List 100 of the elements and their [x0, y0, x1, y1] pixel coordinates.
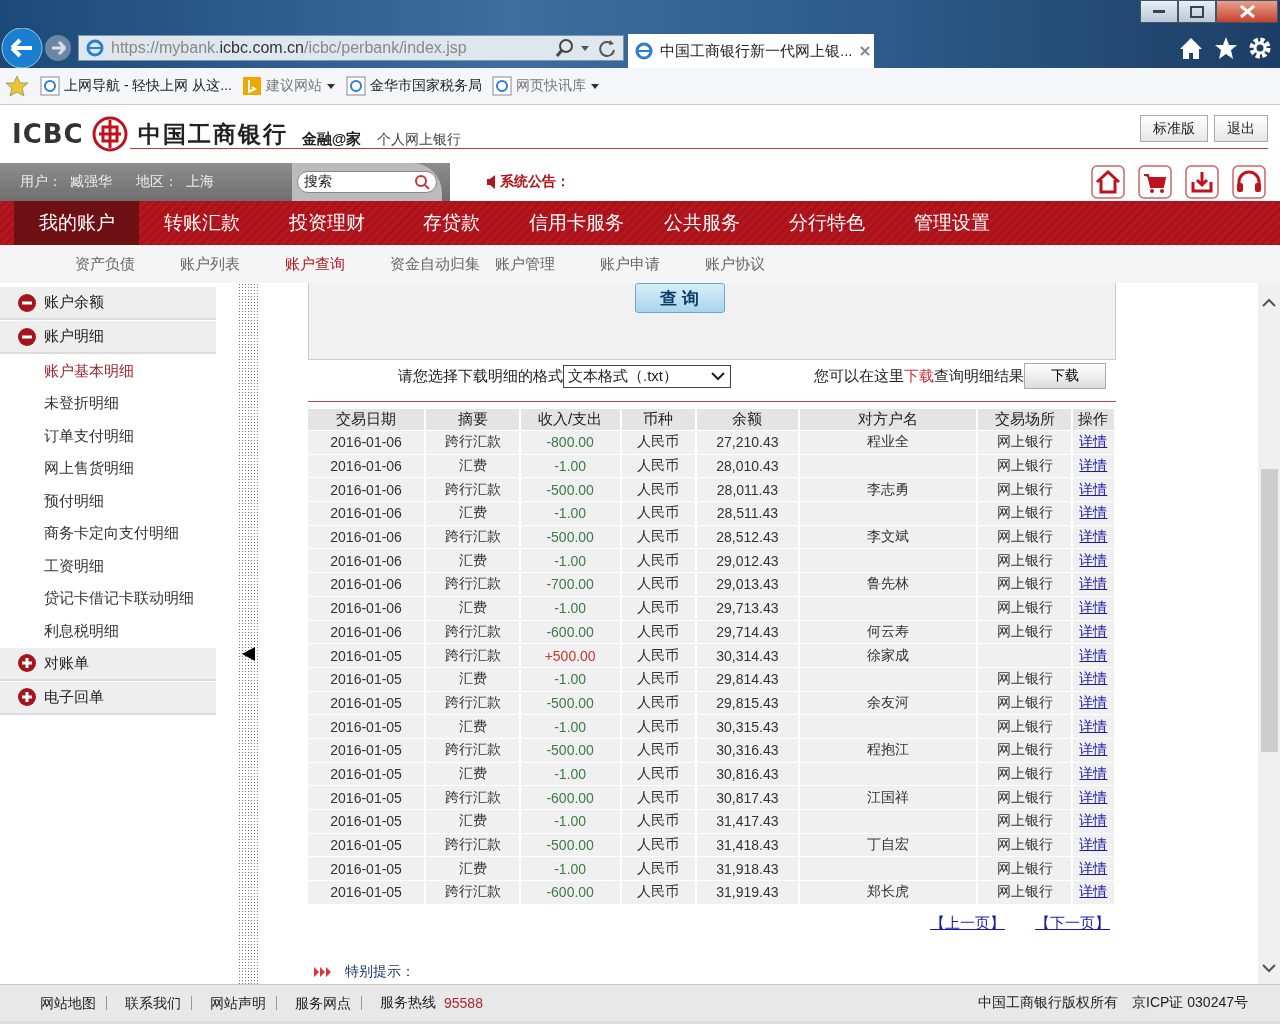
- subnav-link[interactable]: 资产负债: [75, 254, 180, 274]
- subnav-link[interactable]: 账户查询: [285, 254, 390, 274]
- menu-item[interactable]: 未登折明细: [0, 387, 216, 420]
- nav-tab[interactable]: 投资理财: [264, 201, 389, 245]
- table-cell: 29,714.43: [696, 620, 799, 644]
- scroll-up-icon[interactable]: [1261, 297, 1277, 309]
- table-cell: 跨行汇款: [426, 644, 519, 667]
- table-cell: 人民币: [621, 525, 695, 549]
- search-icon[interactable]: [555, 38, 573, 58]
- menu-item[interactable]: 网上售货明细: [0, 452, 216, 485]
- table-cell: 2016-01-05: [308, 762, 425, 786]
- nav-tab[interactable]: 我的账户: [14, 201, 139, 245]
- maximize-button[interactable]: [1178, 0, 1216, 23]
- collapse-arrow-icon[interactable]: [240, 645, 256, 662]
- headset-icon[interactable]: [1232, 165, 1266, 199]
- collapse-icon[interactable]: [18, 327, 36, 346]
- menu-group[interactable]: 账户明细: [0, 321, 216, 354]
- nav-tab[interactable]: 分行特色: [764, 201, 889, 245]
- format-dropdown[interactable]: 文本格式（.txt）: [563, 364, 731, 388]
- query-button[interactable]: 查 询: [634, 283, 725, 313]
- bank-name: 中国工商银行: [137, 119, 288, 149]
- expand-icon[interactable]: [18, 688, 36, 706]
- footer-link[interactable]: 网站地图: [40, 996, 107, 1010]
- address-bar[interactable]: https://mybank.icbc.com.cn/icbc/perbank/index.jsp: [78, 35, 624, 61]
- close-icon[interactable]: [858, 45, 871, 57]
- column-header: 交易场所: [978, 409, 1071, 430]
- search-field[interactable]: 搜索: [297, 171, 437, 193]
- settings-icon[interactable]: [1248, 36, 1272, 60]
- search-icon[interactable]: [414, 174, 430, 190]
- download-link[interactable]: 下载: [904, 366, 934, 384]
- notice-label: 系统公告：: [500, 173, 570, 191]
- table-cell: -1.00: [520, 596, 620, 620]
- header-button[interactable]: 退出: [1214, 115, 1268, 142]
- cart-icon[interactable]: [1138, 165, 1172, 199]
- scroll-down-icon[interactable]: [1261, 962, 1277, 974]
- table-cell: 人民币: [621, 833, 695, 857]
- minimize-button[interactable]: [1140, 0, 1178, 23]
- hotline-label: 服务热线: [380, 994, 436, 1012]
- close-button[interactable]: [1216, 0, 1278, 23]
- collapse-icon[interactable]: [18, 293, 36, 312]
- subnav-link[interactable]: 资金自动归集: [390, 254, 495, 274]
- pager-link[interactable]: 【上一页】: [930, 913, 1005, 933]
- table-cell: 29,814.43: [696, 667, 799, 691]
- menu-item[interactable]: 工资明细: [0, 550, 216, 583]
- favorites-item[interactable]: 上网导航 - 轻快上网 从这...: [40, 76, 232, 96]
- table-cell: 29,815.43: [696, 691, 799, 715]
- nav-tab[interactable]: 存贷款: [389, 201, 514, 245]
- table-cell: 人民币: [621, 549, 695, 573]
- page-icon: [346, 76, 366, 96]
- table-cell: -1.00: [520, 857, 620, 881]
- table-cell: 徐家成: [800, 644, 977, 667]
- footer-link[interactable]: 服务网点: [295, 996, 362, 1010]
- menu-item[interactable]: 预付明细: [0, 485, 216, 518]
- back-button[interactable]: [0, 28, 44, 68]
- refresh-icon[interactable]: [597, 38, 617, 58]
- download-hint: 您可以在这里下载查询明细结果: [814, 366, 1024, 386]
- table-cell: -1.00: [520, 454, 620, 478]
- table-cell: 30,817.43: [696, 786, 799, 809]
- close-icon: [1239, 5, 1255, 18]
- nav-tab[interactable]: 转账汇款: [139, 201, 264, 245]
- table-cell: 江国祥: [800, 786, 977, 809]
- table-cell: 28,511.43: [696, 502, 799, 525]
- home-icon[interactable]: [1178, 36, 1204, 60]
- footer-link[interactable]: 网站声明: [210, 996, 277, 1010]
- subnav-link[interactable]: 账户申请: [600, 254, 705, 274]
- menu-item[interactable]: 商务卡定向支付明细: [0, 517, 216, 550]
- menu-item[interactable]: 贷记卡借记卡联动明细: [0, 582, 216, 615]
- menu-item[interactable]: 账户基本明细: [0, 355, 216, 388]
- home-icon[interactable]: [1091, 165, 1125, 199]
- browser-tab[interactable]: 中国工商银行新一代网上银...: [628, 34, 874, 68]
- star-icon[interactable]: [1214, 36, 1238, 60]
- favorites-item[interactable]: 建议网站: [242, 76, 336, 96]
- favorites-item[interactable]: 网页快讯库: [492, 76, 600, 96]
- pager-link[interactable]: 【下一页】: [1035, 913, 1110, 933]
- table-cell: 跨行汇款: [426, 525, 519, 549]
- table-cell: 2016-01-05: [308, 644, 425, 667]
- expand-icon[interactable]: [18, 654, 36, 672]
- table-cell: 2016-01-06: [308, 431, 425, 454]
- scrollbar-thumb[interactable]: [1260, 469, 1278, 752]
- subnav-link[interactable]: 账户协议: [705, 254, 810, 274]
- table-cell: 人民币: [621, 502, 695, 525]
- download-icon[interactable]: [1185, 165, 1219, 199]
- favorites-item[interactable]: 金华市国家税务局: [346, 76, 482, 96]
- menu-group[interactable]: 电子回单: [0, 681, 216, 715]
- menu-item[interactable]: 订单支付明细: [0, 420, 216, 453]
- nav-tab[interactable]: 信用卡服务: [514, 201, 639, 245]
- subnav-link[interactable]: 账户管理: [495, 254, 600, 274]
- table-cell: 跨行汇款: [426, 691, 519, 715]
- menu-item[interactable]: 利息税明细: [0, 615, 216, 648]
- nav-tab[interactable]: 管理设置: [889, 201, 1014, 245]
- forward-button[interactable]: [44, 34, 72, 62]
- menu-group[interactable]: 对账单: [0, 647, 216, 681]
- nav-tab[interactable]: 公共服务: [639, 201, 764, 245]
- menu-group[interactable]: 账户余额: [0, 287, 216, 320]
- table-cell: -1.00: [520, 549, 620, 573]
- header-button[interactable]: 标准版: [1140, 115, 1208, 142]
- subnav-link[interactable]: 账户列表: [180, 254, 285, 274]
- download-button[interactable]: 下载: [1024, 363, 1106, 389]
- table-cell: 丁自宏: [800, 833, 977, 857]
- footer-link[interactable]: 联系我们: [125, 996, 192, 1010]
